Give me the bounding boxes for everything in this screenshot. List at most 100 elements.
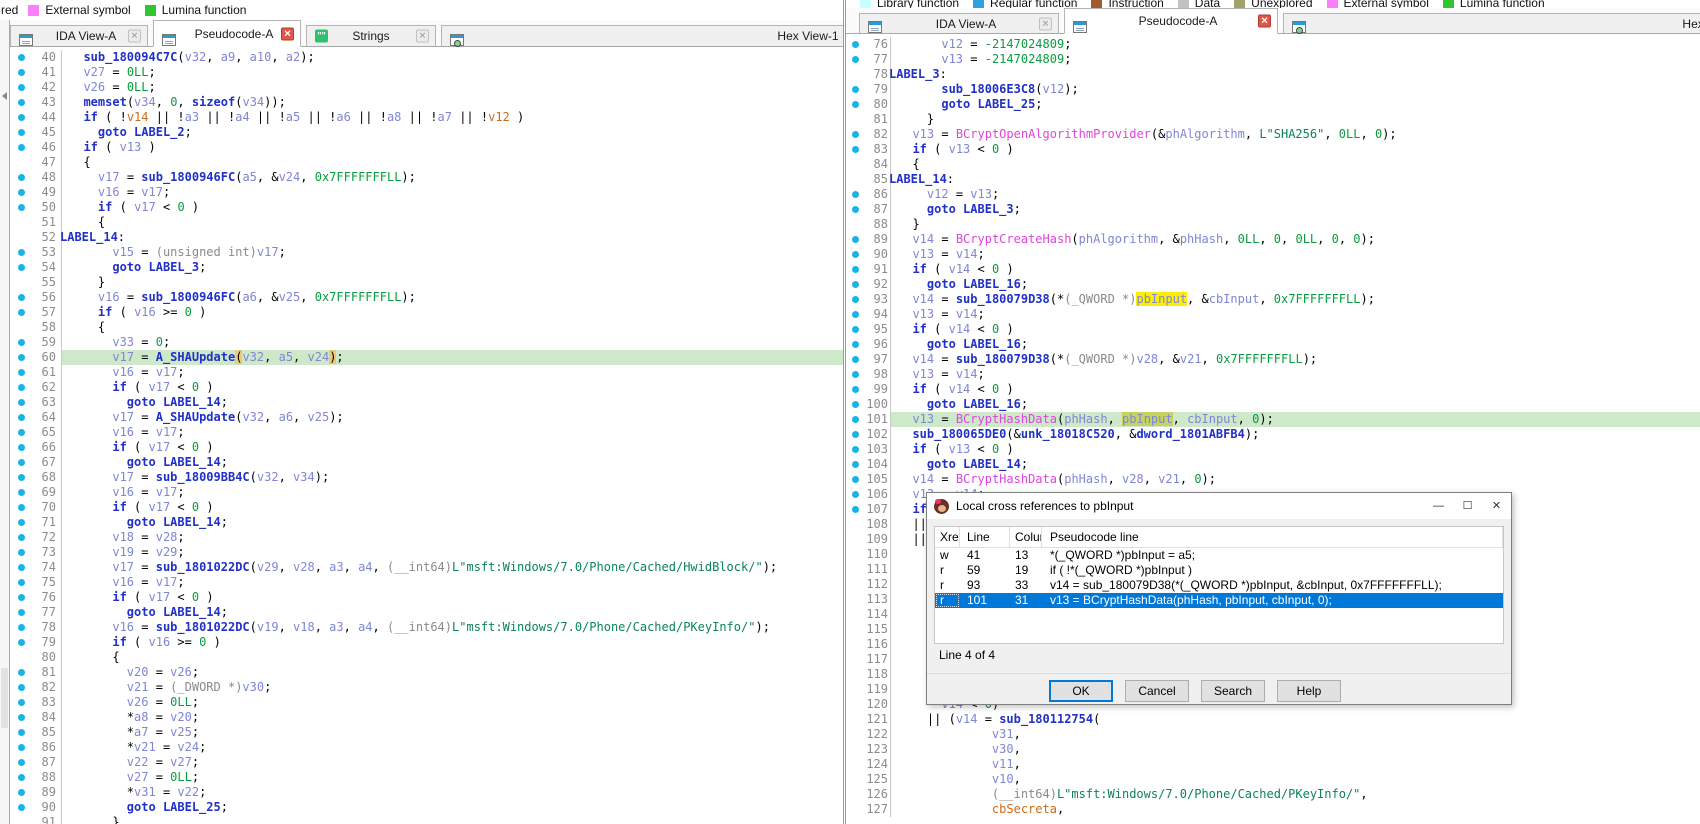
code-text[interactable]: (__int64)L"msft:Windows/7.0/Phone/Cached… [890,787,1700,802]
line-marker-cell[interactable] [846,322,864,337]
code-text[interactable]: *a7 = v25; [61,725,843,740]
code-text[interactable]: sub_18006E3C8(v12); [890,82,1700,97]
line-marker-cell[interactable] [846,397,864,412]
line-marker-cell[interactable] [846,262,864,277]
tab-close-icon[interactable]: ✕ [416,30,429,43]
code-text[interactable]: v15 = (unsigned int)v17; [61,245,843,260]
line-marker-cell[interactable] [846,742,864,757]
line-marker-cell[interactable] [10,95,32,110]
code-text[interactable]: v16 = v17; [61,485,843,500]
line-marker-cell[interactable] [846,652,864,667]
line-marker-cell[interactable] [846,802,864,817]
line-marker-cell[interactable] [846,442,864,457]
code-text[interactable]: v13 = v14; [890,247,1700,262]
line-marker-cell[interactable] [846,292,864,307]
line-marker-cell[interactable] [846,52,864,67]
line-marker-cell[interactable] [10,665,32,680]
line-marker-cell[interactable] [10,815,32,824]
tab-close-icon[interactable]: ✕ [281,27,294,40]
code-text[interactable]: v17 = A_SHAUpdate(v32, a5, v24); [61,350,843,365]
line-marker-cell[interactable] [10,335,32,350]
code-text[interactable]: goto LABEL_2; [61,125,843,140]
line-marker-cell[interactable] [846,757,864,772]
ok-button[interactable]: OK [1049,680,1113,702]
line-marker-cell[interactable] [846,247,864,262]
line-marker-cell[interactable] [10,155,32,170]
line-marker-cell[interactable] [846,487,864,502]
line-marker-cell[interactable] [846,532,864,547]
line-marker-cell[interactable] [846,367,864,382]
dock-splitter-strip[interactable] [0,20,10,824]
code-text[interactable]: { [890,157,1700,172]
code-text[interactable]: { [61,320,843,335]
line-marker-cell[interactable] [846,772,864,787]
line-marker-cell[interactable] [10,110,32,125]
tab-pseudocode-a[interactable]: Pseudocode-A ✕ [1064,8,1278,34]
search-button[interactable]: Search [1201,680,1265,702]
code-text[interactable]: v14 = BCryptHashData(phHash, v28, v21, 0… [890,472,1700,487]
code-text[interactable]: v27 = 0LL; [61,770,843,785]
column-header-pseudocode-line[interactable]: Pseudocode line [1042,527,1503,547]
tab-strings[interactable]: Strings ✕ [306,25,436,46]
line-marker-cell[interactable] [10,470,32,485]
code-text[interactable]: v17 = sub_1800946FC(a5, &v24, 0x7FFFFFFF… [61,170,843,185]
cancel-button[interactable]: Cancel [1125,680,1189,702]
code-text[interactable]: goto LABEL_14; [890,457,1700,472]
code-text[interactable]: } [61,275,843,290]
line-marker-cell[interactable] [10,305,32,320]
code-text[interactable]: v13 = -2147024809; [890,52,1700,67]
code-text[interactable]: goto LABEL_3; [890,202,1700,217]
code-text[interactable]: } [890,217,1700,232]
code-text[interactable]: *v21 = v24; [61,740,843,755]
line-marker-cell[interactable] [846,457,864,472]
line-marker-cell[interactable] [846,157,864,172]
line-marker-cell[interactable] [846,577,864,592]
code-text[interactable]: if ( v17 < 0 ) [61,500,843,515]
line-marker-cell[interactable] [10,200,32,215]
code-text[interactable]: goto LABEL_16; [890,397,1700,412]
line-marker-cell[interactable] [10,125,32,140]
line-marker-cell[interactable] [10,545,32,560]
code-text[interactable]: v13 = BCryptHashData(phHash, pbInput, cb… [890,412,1700,427]
line-marker-cell[interactable] [10,215,32,230]
line-marker-cell[interactable] [846,277,864,292]
line-marker-cell[interactable] [846,517,864,532]
tab-close-icon[interactable]: ✕ [1258,15,1271,28]
line-marker-cell[interactable] [10,620,32,635]
code-text[interactable]: v17 = sub_18009BB4C(v32, v34); [61,470,843,485]
line-marker-cell[interactable] [846,142,864,157]
code-text[interactable]: v14 = sub_180079D38(*(_QWORD *)v28, &v21… [890,352,1700,367]
line-marker-cell[interactable] [10,380,32,395]
line-marker-cell[interactable] [846,607,864,622]
code-text[interactable]: if ( v17 < 0 ) [61,590,843,605]
code-text[interactable]: goto LABEL_14; [61,455,843,470]
tab-hex-view-1[interactable]: Hex View-1 ✕ [441,25,844,46]
code-text[interactable]: v16 = v17; [61,185,843,200]
line-marker-cell[interactable] [10,350,32,365]
line-marker-cell[interactable] [10,65,32,80]
code-text[interactable]: v12 = -2147024809; [890,37,1700,52]
code-text[interactable]: v17 = sub_1801022DC(v29, v28, a3, a4, (_… [61,560,843,575]
line-marker-cell[interactable] [846,547,864,562]
help-button[interactable]: Help [1277,680,1341,702]
line-marker-cell[interactable] [846,127,864,142]
code-text[interactable]: v30, [890,742,1700,757]
line-marker-cell[interactable] [846,112,864,127]
line-marker-cell[interactable] [10,80,32,95]
code-text[interactable]: v14 = sub_180079D38(*(_QWORD *)pbInput, … [890,292,1700,307]
code-text[interactable]: v18 = v28; [61,530,843,545]
line-marker-cell[interactable] [846,592,864,607]
line-marker-cell[interactable] [846,562,864,577]
tab-close-icon[interactable]: ✕ [128,30,141,43]
code-text[interactable]: goto LABEL_16; [890,277,1700,292]
line-marker-cell[interactable] [846,787,864,802]
code-text[interactable]: goto LABEL_14; [61,515,843,530]
code-text[interactable]: { [61,155,843,170]
line-marker-cell[interactable] [846,187,864,202]
line-marker-cell[interactable] [10,290,32,305]
line-marker-cell[interactable] [846,682,864,697]
code-text[interactable]: v21 = (_DWORD *)v30; [61,680,843,695]
code-text[interactable]: goto LABEL_14; [61,395,843,410]
code-text[interactable]: v31, [890,727,1700,742]
line-marker-cell[interactable] [846,712,864,727]
